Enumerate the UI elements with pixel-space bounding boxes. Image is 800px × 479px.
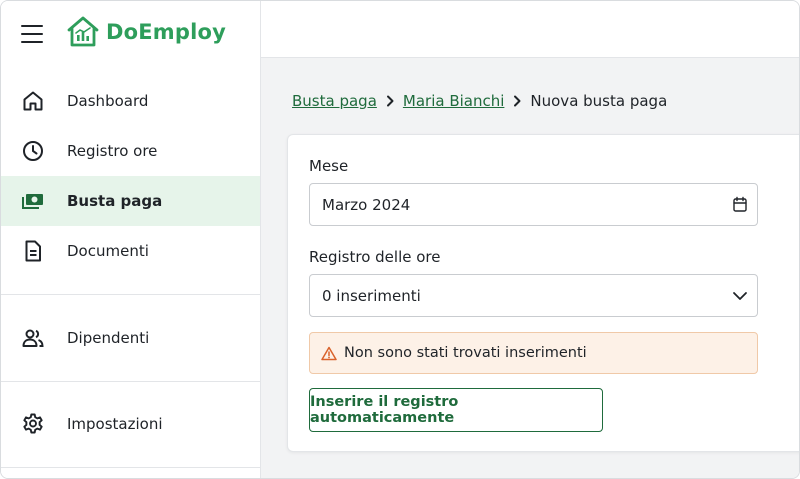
hours-log-select[interactable]: 0 inserimenti <box>309 274 758 317</box>
app-window: DoEmploy Dashboard Registro ore Busta pa… <box>0 0 800 479</box>
sidebar-item-label: Dashboard <box>67 92 149 110</box>
money-icon <box>22 194 43 209</box>
logo-house-icon <box>67 16 99 47</box>
users-icon <box>22 329 44 347</box>
chevron-right-icon <box>385 95 395 107</box>
chevron-down-icon <box>733 292 747 300</box>
alert-text: Non sono stati trovati inserimenti <box>344 345 587 361</box>
breadcrumb-current: Nuova busta paga <box>530 92 668 110</box>
breadcrumb-link-busta-paga[interactable]: Busta paga <box>292 92 377 110</box>
main-content: Busta paga Maria Bianchi Nuova busta pag… <box>261 58 799 478</box>
chevron-right-icon <box>512 95 522 107</box>
month-date-picker[interactable]: Marzo 2024 <box>309 183 758 226</box>
app-name: DoEmploy <box>106 20 227 44</box>
document-icon <box>25 240 41 262</box>
warning-alert: Non sono stati trovati inserimenti <box>309 332 758 374</box>
breadcrumb: Busta paga Maria Bianchi Nuova busta pag… <box>292 92 667 110</box>
sidebar-divider <box>1 467 260 468</box>
brand-bar: DoEmploy <box>1 1 261 67</box>
sidebar-item-busta-paga[interactable]: Busta paga <box>1 176 260 226</box>
top-bar <box>261 1 799 58</box>
sidebar-item-dipendenti[interactable]: Dipendenti <box>1 313 260 363</box>
sidebar-item-impostazioni[interactable]: Impostazioni <box>1 399 260 449</box>
sidebar-item-label: Impostazioni <box>67 415 163 433</box>
sidebar-item-label: Registro ore <box>67 142 158 160</box>
home-icon <box>23 91 43 111</box>
sidebar-item-label: Busta paga <box>67 192 163 210</box>
clock-icon <box>23 141 43 161</box>
warning-icon <box>321 346 337 361</box>
auto-fill-hours-button[interactable]: Inserire il registro automaticamente <box>309 388 603 432</box>
month-label: Mese <box>309 157 349 175</box>
menu-icon[interactable] <box>21 25 43 43</box>
sidebar-item-registro-ore[interactable]: Registro ore <box>1 126 260 176</box>
month-value: Marzo 2024 <box>322 195 411 214</box>
sidebar-item-label: Dipendenti <box>67 329 150 347</box>
breadcrumb-link-employee[interactable]: Maria Bianchi <box>403 92 505 110</box>
sidebar: DoEmploy Dashboard Registro ore Busta pa… <box>1 1 261 478</box>
sidebar-divider <box>1 294 260 295</box>
sidebar-item-label: Documenti <box>67 242 149 260</box>
payslip-form-card: Mese Marzo 2024 Registro delle ore 0 ins… <box>287 134 799 452</box>
sidebar-divider <box>1 381 260 382</box>
sidebar-item-documenti[interactable]: Documenti <box>1 226 260 276</box>
hours-log-value: 0 inserimenti <box>322 286 421 305</box>
sidebar-item-dashboard[interactable]: Dashboard <box>1 76 260 126</box>
hours-log-label: Registro delle ore <box>309 248 441 266</box>
calendar-icon[interactable] <box>732 196 748 213</box>
gear-icon <box>23 413 43 434</box>
